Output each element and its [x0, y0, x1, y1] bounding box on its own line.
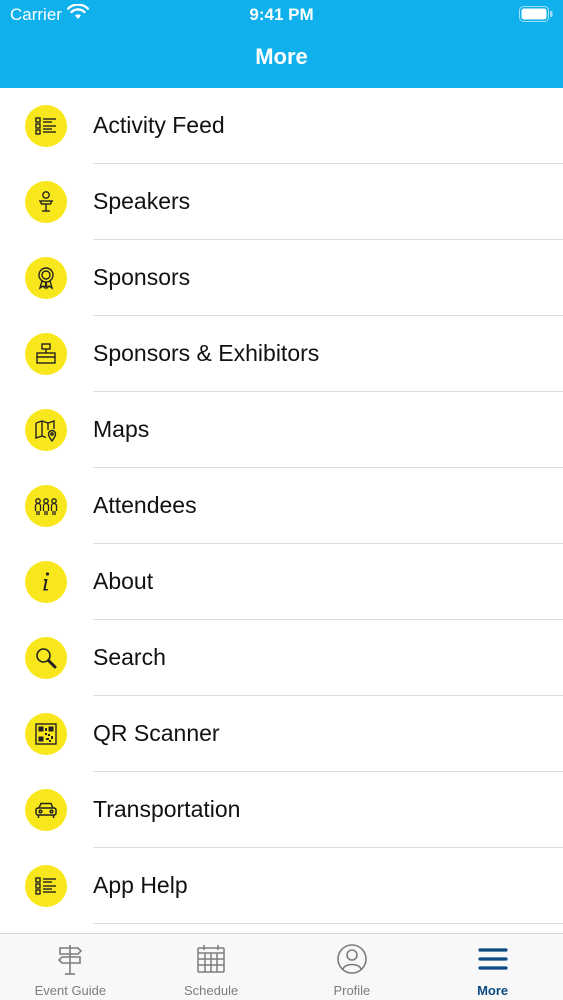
menu-item-qr-scanner[interactable]: QR Scanner — [0, 696, 563, 772]
people-group-icon — [25, 485, 67, 527]
menu-item-label: Transportation — [93, 796, 241, 822]
hamburger-menu-icon — [476, 942, 510, 976]
menu-item-label: Attendees — [93, 492, 197, 518]
page-title: More — [255, 44, 308, 69]
list-icon — [25, 865, 67, 907]
tab-label: More — [477, 983, 509, 998]
tab-schedule[interactable]: Schedule — [141, 934, 282, 1000]
menu-item-label: Maps — [93, 416, 150, 442]
menu-item-sponsors-exhibitors[interactable]: Sponsors & Exhibitors — [0, 316, 563, 392]
menu-item-label: Activity Feed — [93, 112, 225, 138]
car-icon — [25, 789, 67, 831]
status-bar: Carrier 9:41 PM — [0, 0, 563, 30]
menu-item-attendees[interactable]: Attendees — [0, 468, 563, 544]
menu-item-label: App Help — [93, 872, 188, 898]
menu-item-speakers[interactable]: Speakers — [0, 164, 563, 240]
menu-item-label: QR Scanner — [93, 720, 220, 746]
signpost-icon — [53, 942, 87, 976]
menu-item-label: Search — [93, 644, 166, 670]
calendar-icon — [194, 942, 228, 976]
menu-item-transportation[interactable]: Transportation — [0, 772, 563, 848]
qr-code-icon — [25, 713, 67, 755]
more-menu-list: Activity Feed Speakers Sponsors Sponsors… — [0, 88, 563, 924]
divider — [93, 923, 563, 924]
menu-item-sponsors[interactable]: Sponsors — [0, 240, 563, 316]
award-ribbon-icon — [25, 257, 67, 299]
menu-item-maps[interactable]: Maps — [0, 392, 563, 468]
exhibitor-booth-icon — [25, 333, 67, 375]
menu-item-label: Sponsors & Exhibitors — [93, 340, 320, 366]
tab-profile[interactable]: Profile — [282, 934, 423, 1000]
clock: 9:41 PM — [249, 5, 314, 24]
menu-item-search[interactable]: Search — [0, 620, 563, 696]
tab-event-guide[interactable]: Event Guide — [0, 934, 141, 1000]
menu-item-label: About — [93, 568, 154, 594]
menu-item-app-help[interactable]: App Help — [0, 848, 563, 924]
tab-label: Event Guide — [34, 983, 107, 998]
menu-item-about[interactable]: About — [0, 544, 563, 620]
search-icon — [25, 637, 67, 679]
tab-more[interactable]: More — [422, 934, 563, 1000]
info-icon — [25, 561, 67, 603]
map-pin-icon — [25, 409, 67, 451]
tab-label: Profile — [333, 983, 371, 998]
menu-item-label: Speakers — [93, 188, 191, 214]
tab-bar: Event Guide Schedule Profile More — [0, 933, 563, 1000]
user-circle-icon — [335, 942, 369, 976]
tab-label: Schedule — [184, 983, 239, 998]
menu-item-label: Sponsors — [93, 264, 191, 290]
nav-header: Carrier 9:41 PM More — [0, 0, 563, 88]
menu-item-activity-feed[interactable]: Activity Feed — [0, 88, 563, 164]
list-icon — [25, 105, 67, 147]
battery-icon — [519, 6, 553, 22]
speaker-podium-icon — [25, 181, 67, 223]
